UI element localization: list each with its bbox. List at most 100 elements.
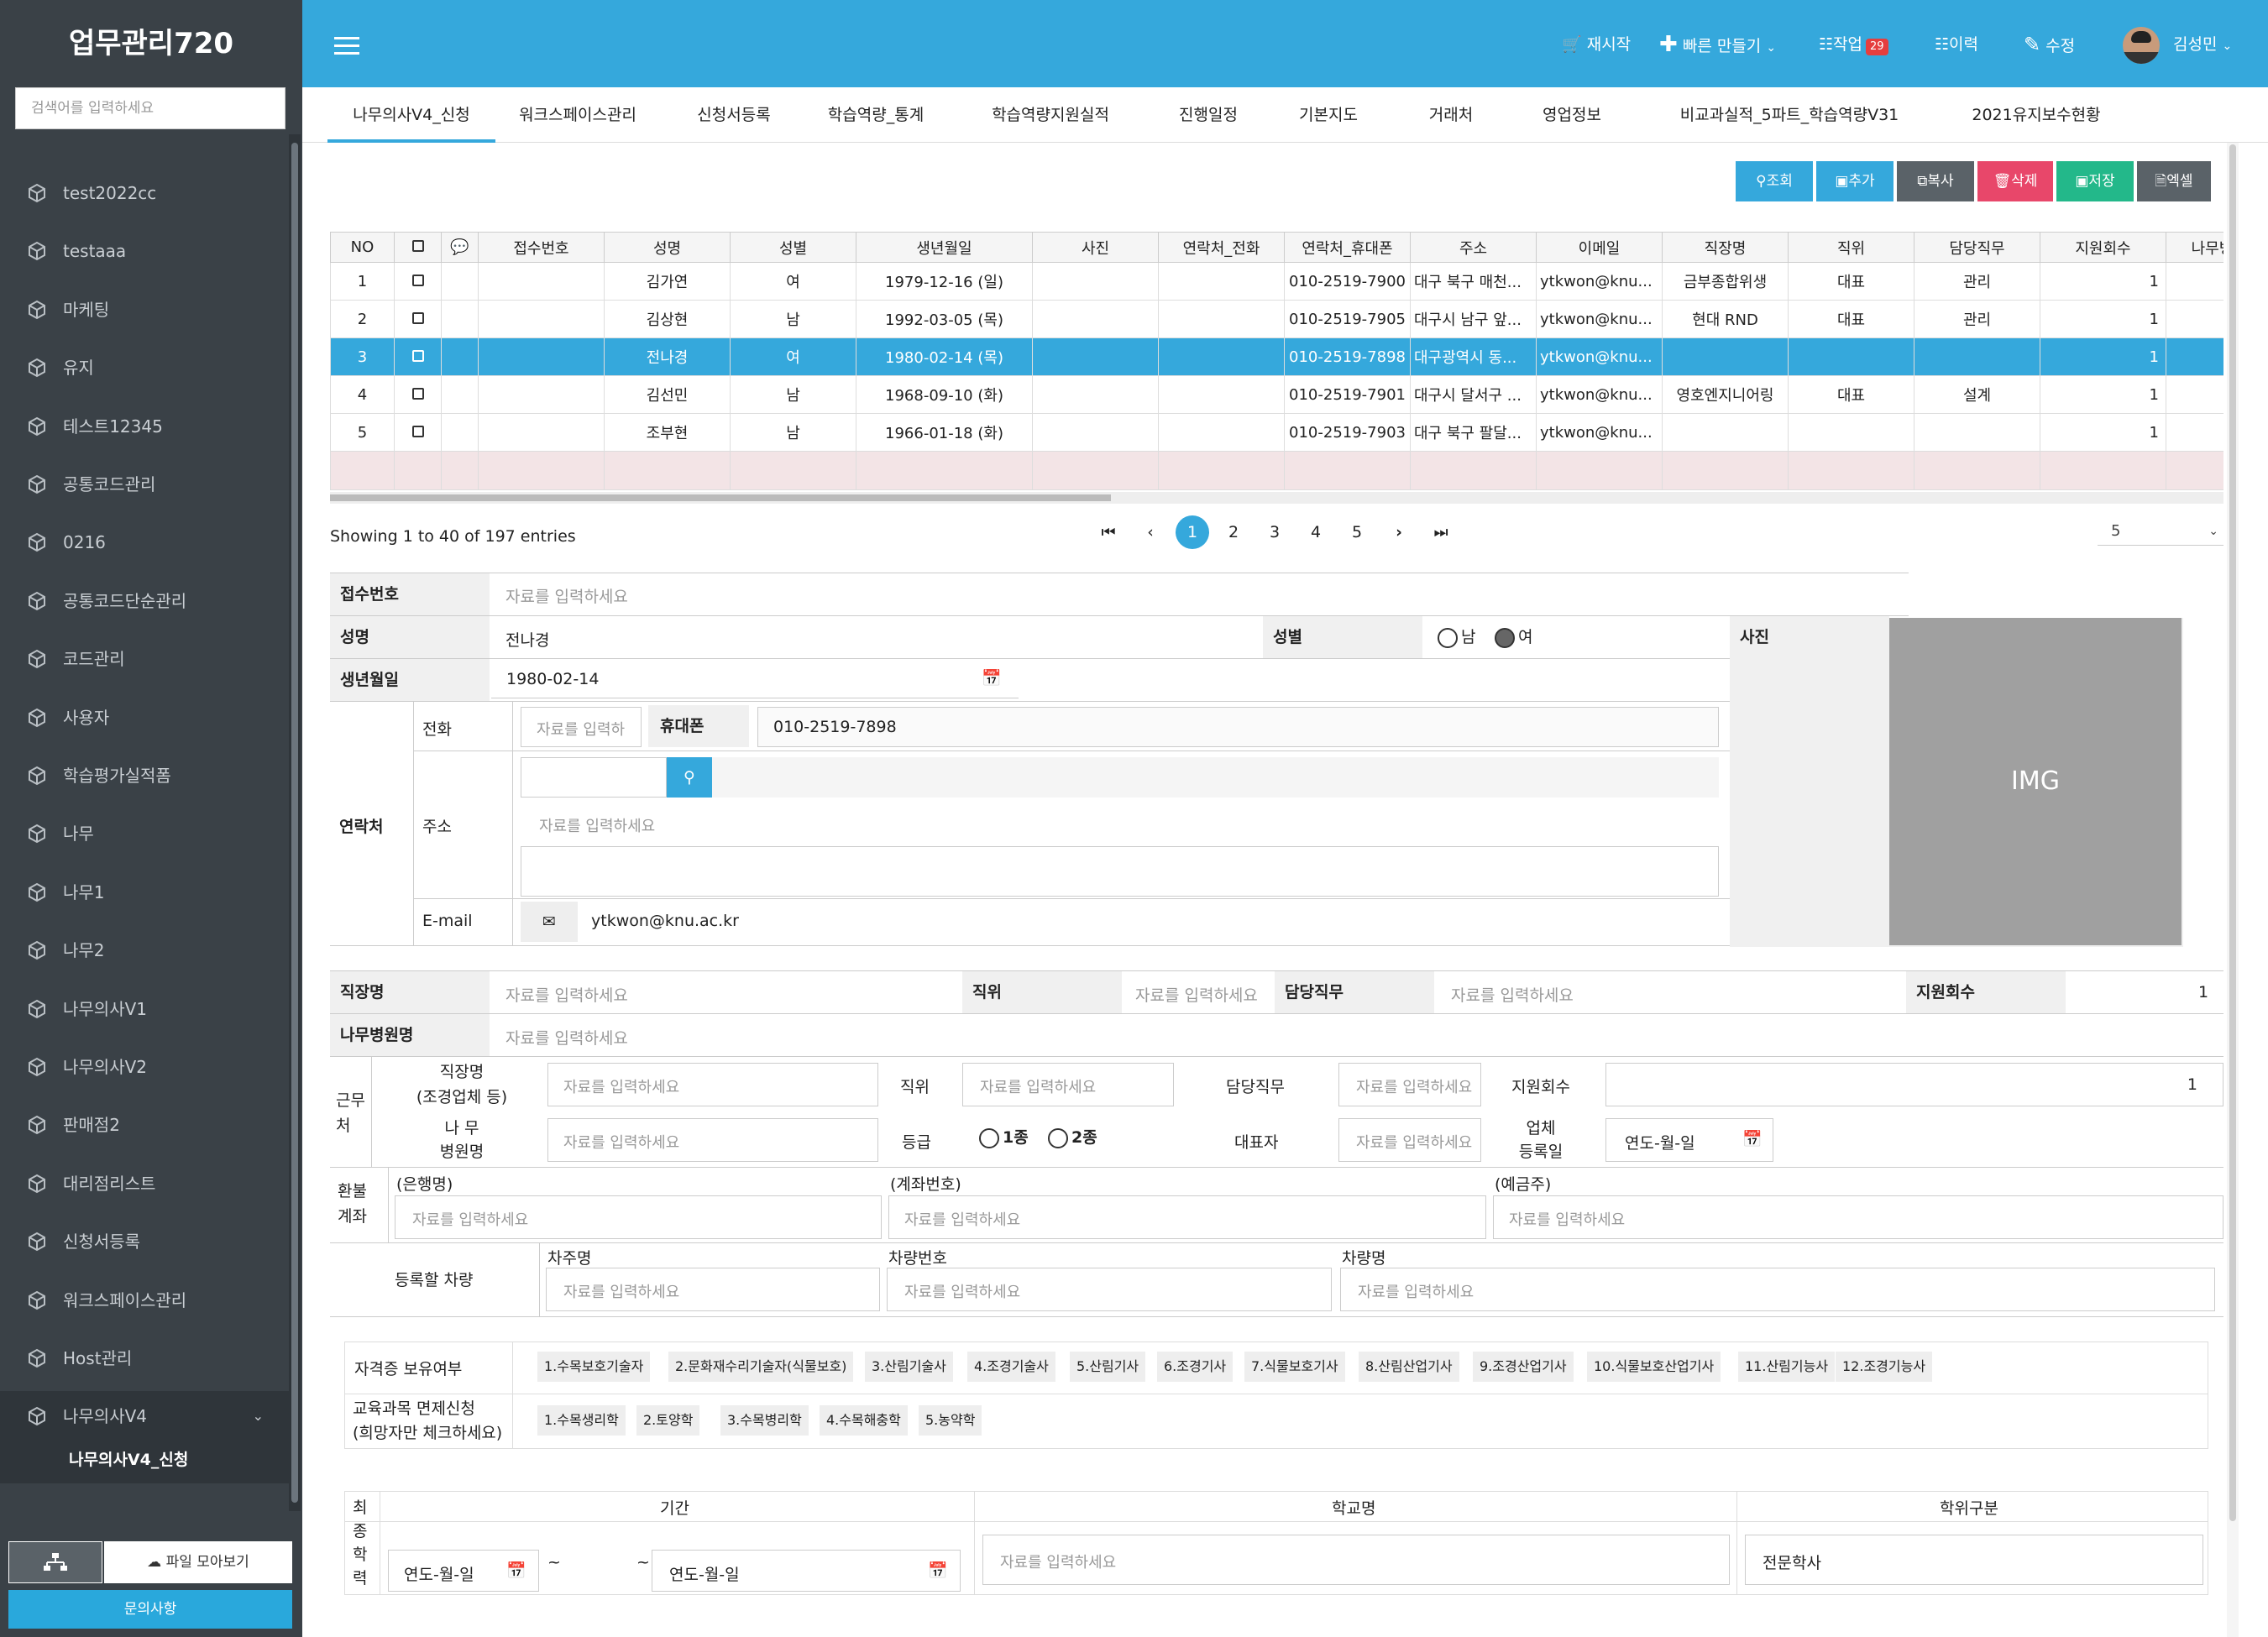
save-button[interactable]: ▣저장 <box>2056 161 2134 201</box>
sidebar-item-7[interactable]: 공통코드단순관리 <box>0 576 289 626</box>
table-cell[interactable] <box>1158 300 1285 338</box>
first-page-button[interactable]: ⏮ <box>1092 515 1125 549</box>
sidebar-subitem-active[interactable]: 나무의사V4_신청 <box>0 1436 289 1483</box>
table-cell[interactable]: ytkwon@knu... <box>1536 337 1663 376</box>
sidebar-item-2[interactable]: 마케팅 <box>0 285 289 335</box>
table-cell[interactable]: 1 <box>330 262 395 301</box>
table-cell[interactable]: ytkwon@knu... <box>1536 413 1663 452</box>
qna-button[interactable]: 문의사항 <box>8 1590 292 1629</box>
checkbox-icon[interactable] <box>411 349 424 362</box>
tab-9[interactable]: 비교과실적_5파트_학습역량V31 <box>1636 87 1943 143</box>
table-cell[interactable] <box>2166 337 2223 376</box>
period-end-input[interactable]: 연도-월-일 📅 <box>652 1550 961 1592</box>
address-search-button[interactable]: ⚲ <box>667 757 712 798</box>
cert-option-5[interactable]: 6.조경기사 <box>1157 1352 1234 1382</box>
edu-option-0[interactable]: 1.수목생리학 <box>537 1405 626 1436</box>
work-input[interactable]: 자료를 입력하세요 <box>505 983 628 1006</box>
sidebar-item-12[interactable]: 나무1 <box>0 867 289 918</box>
table-cell[interactable]: ytkwon@knu... <box>1536 262 1663 301</box>
name-input[interactable]: 전나경 <box>505 628 549 651</box>
email-input[interactable]: ytkwon@knu.ac.kr <box>578 902 1719 942</box>
column-header-13[interactable]: 직위 <box>1788 232 1914 263</box>
address-input[interactable]: 자료를 입력하세요 <box>521 803 1719 845</box>
tab-10[interactable]: 2021유지보수현황 <box>1946 87 2126 143</box>
duty-input[interactable]: 자료를 입력하세요 <box>1451 983 1574 1006</box>
cert-option-7[interactable]: 8.산림산업기사 <box>1359 1352 1459 1382</box>
address-detail-input[interactable] <box>521 846 1719 897</box>
sidebar-item-4[interactable]: 테스트12345 <box>0 401 289 452</box>
page-3[interactable]: 3 <box>1258 515 1291 549</box>
table-cell[interactable] <box>1032 337 1159 376</box>
column-header-0[interactable]: NO <box>330 232 395 263</box>
table-cell[interactable]: 김가연 <box>604 262 731 301</box>
table-cell[interactable]: 대구 북구 매천... <box>1410 262 1537 301</box>
sidebar-item-19[interactable]: 워크스페이스관리 <box>0 1275 289 1326</box>
table-cell[interactable]: 4 <box>330 375 395 414</box>
checkbox-icon[interactable] <box>411 274 424 286</box>
table-cell[interactable]: 1979-12-16 (일) <box>856 262 1033 301</box>
table-row[interactable]: 3 전나경 여 1980-02-14 (목) 010-2519-7898 대구광역시 동.… <box>330 337 2223 376</box>
table-cell[interactable] <box>478 413 605 452</box>
page-5[interactable]: 5 <box>1340 515 1374 549</box>
table-cell[interactable]: 1 <box>2040 337 2166 376</box>
search-button[interactable]: ⚲조회 <box>1736 161 1813 201</box>
column-header-12[interactable]: 직장명 <box>1662 232 1789 263</box>
sidebar-item-20[interactable]: Host관리 <box>0 1333 289 1383</box>
sidebar-item-10[interactable]: 학습평가실적폼 <box>0 751 289 801</box>
position-input[interactable]: 자료를 입력하세요 <box>1135 983 1258 1006</box>
excel-button[interactable]: 🗎엑셀 <box>2137 161 2211 201</box>
table-cell[interactable] <box>1032 300 1159 338</box>
tab-6[interactable]: 기본지도 <box>1268 87 1389 143</box>
hamburger-menu-icon[interactable] <box>334 37 359 55</box>
tab-5[interactable]: 진행일정 <box>1147 87 1270 143</box>
table-cell[interactable] <box>441 300 479 338</box>
table-cell[interactable] <box>1032 375 1159 414</box>
quick-create-button[interactable]: ✚ 빠른 만들기 ⌄ <box>1659 32 1776 57</box>
column-header-4[interactable]: 성명 <box>604 232 731 263</box>
table-cell[interactable]: 1980-02-14 (목) <box>856 337 1033 376</box>
reg-date-input[interactable]: 연도-월-일 📅 <box>1605 1118 1773 1162</box>
checkbox-icon[interactable] <box>411 311 424 324</box>
sidebar-item-17[interactable]: 대리점리스트 <box>0 1158 289 1209</box>
table-cell[interactable]: 여 <box>730 262 856 301</box>
table-cell[interactable] <box>1158 375 1285 414</box>
jobs-button[interactable]: ☷작업 29 <box>1819 32 1888 57</box>
column-header-3[interactable]: 접수번호 <box>478 232 605 263</box>
grid-horizontal-scrollbar[interactable] <box>330 492 2223 504</box>
table-cell[interactable]: 대구광역시 동... <box>1410 337 1537 376</box>
tab-2[interactable]: 신청서등록 <box>672 87 796 143</box>
table-cell[interactable]: 3 <box>330 337 395 376</box>
table-cell[interactable]: 대구 북구 팔달... <box>1410 413 1537 452</box>
hospital-name-input[interactable]: 자료를 입력하세요 <box>547 1118 878 1162</box>
table-cell[interactable]: 금부종합위생 <box>1662 262 1789 301</box>
cert-option-1[interactable]: 2.문화재수리기술자(식물보호) <box>668 1352 854 1382</box>
table-cell[interactable] <box>1158 337 1285 376</box>
receipt-no-input[interactable]: 자료를 입력하세요 <box>505 584 628 607</box>
table-cell[interactable]: 2 <box>330 300 395 338</box>
birth-date-input[interactable]: 1980-02-14 📅 <box>491 662 1019 698</box>
table-cell[interactable] <box>394 375 442 414</box>
next-page-button[interactable]: › <box>1382 515 1416 549</box>
grade1-radio[interactable]: 1종 <box>979 1125 1029 1148</box>
sidebar-item-15[interactable]: 나무의사V2 <box>0 1042 289 1092</box>
edit-button[interactable]: ✎ 수정 <box>2024 32 2075 57</box>
cert-option-9[interactable]: 10.식물보호산업기사 <box>1587 1352 1721 1382</box>
sidebar-item-0[interactable]: test2022cc <box>0 168 289 218</box>
table-cell[interactable] <box>441 337 479 376</box>
gender-female-radio[interactable]: 여 <box>1495 625 1532 648</box>
table-cell[interactable] <box>441 262 479 301</box>
table-cell[interactable] <box>2166 375 2223 414</box>
table-cell[interactable]: 1966-01-18 (화) <box>856 413 1033 452</box>
column-header-14[interactable]: 담당직무 <box>1914 232 2040 263</box>
page-1[interactable]: 1 <box>1176 515 1209 549</box>
table-cell[interactable] <box>478 262 605 301</box>
column-header-10[interactable]: 주소 <box>1410 232 1537 263</box>
table-cell[interactable]: 현대 RND <box>1662 300 1789 338</box>
table-cell[interactable]: 1 <box>2040 300 2166 338</box>
table-cell[interactable]: 5 <box>330 413 395 452</box>
user-menu[interactable]: 김성민 ⌄ <box>2173 32 2232 57</box>
avatar[interactable] <box>2123 27 2160 64</box>
table-cell[interactable]: 관리 <box>1914 262 2040 301</box>
position2-input[interactable]: 자료를 입력하세요 <box>962 1063 1174 1106</box>
add-button[interactable]: ▣추가 <box>1816 161 1893 201</box>
